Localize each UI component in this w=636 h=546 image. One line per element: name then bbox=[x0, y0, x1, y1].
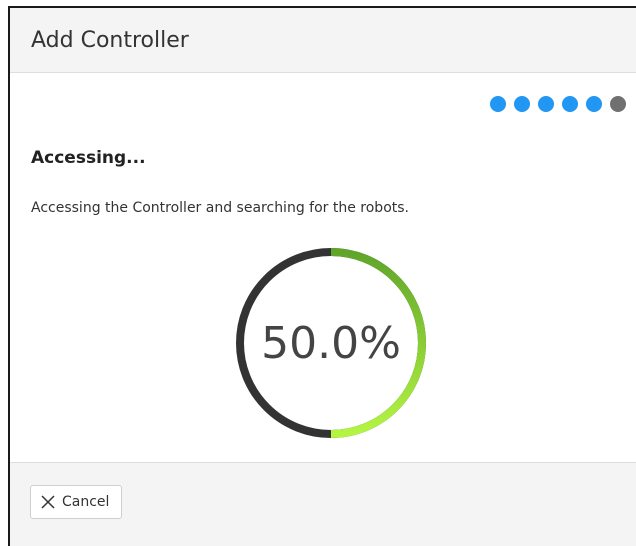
step-dot-4 bbox=[562, 96, 578, 112]
dialog-header: Add Controller bbox=[10, 8, 636, 73]
step-dot-2 bbox=[514, 96, 530, 112]
dialog-footer: Cancel bbox=[10, 462, 636, 546]
progress-ring: 50.0% bbox=[234, 246, 428, 440]
add-controller-dialog: Add Controller Accessing... Accessing th… bbox=[8, 6, 636, 546]
step-indicator bbox=[490, 96, 626, 112]
close-icon bbox=[41, 495, 55, 509]
progress-percent-label: 50.0% bbox=[261, 317, 401, 369]
step-dot-6 bbox=[610, 96, 626, 112]
step-dot-3 bbox=[538, 96, 554, 112]
step-dot-5 bbox=[586, 96, 602, 112]
step-dot-1 bbox=[490, 96, 506, 112]
status-heading: Accessing... bbox=[31, 148, 146, 168]
cancel-button[interactable]: Cancel bbox=[30, 485, 122, 519]
cancel-button-label: Cancel bbox=[62, 494, 110, 510]
status-description: Accessing the Controller and searching f… bbox=[31, 200, 409, 216]
dialog-title: Add Controller bbox=[31, 28, 189, 53]
